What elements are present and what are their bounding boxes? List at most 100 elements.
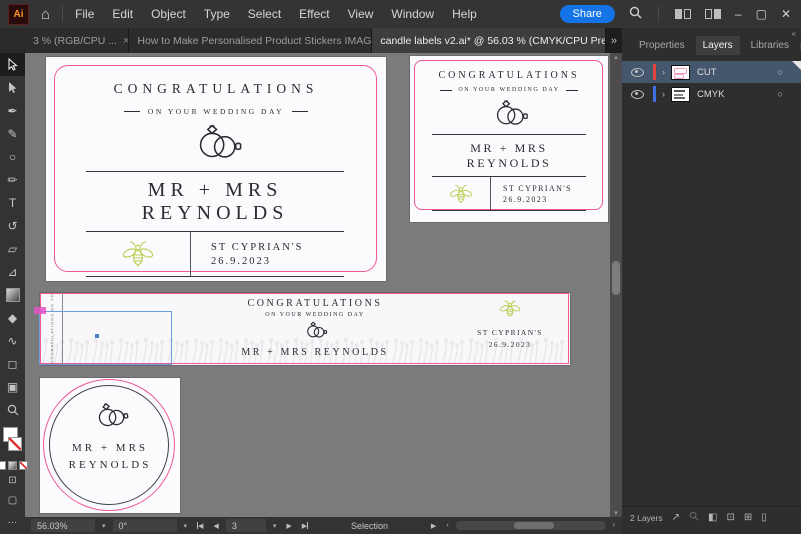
color-button[interactable]	[0, 461, 6, 470]
selection-indicator	[792, 61, 801, 70]
selection-bounding-box[interactable]	[39, 311, 172, 365]
expand-layer-icon[interactable]: ›	[662, 67, 665, 77]
last-artboard-button[interactable]: ▶	[299, 522, 311, 530]
delete-layer-icon[interactable]: ▯	[761, 512, 767, 523]
artboard-number-field[interactable]: 3	[226, 519, 266, 532]
paintbrush-tool[interactable]: ✏	[0, 168, 25, 191]
tab-libraries[interactable]: Libraries	[744, 36, 796, 55]
visibility-eye-icon[interactable]	[631, 68, 644, 77]
eyedropper-tool[interactable]: ◆	[0, 306, 25, 329]
layer-row-cmyk[interactable]: › CMYK ○	[622, 83, 801, 105]
ellipse-tool[interactable]: ○	[0, 145, 25, 168]
horizontal-scroll-thumb[interactable]	[514, 522, 554, 529]
layer-row-cut[interactable]: › CUT ○	[622, 61, 801, 83]
collapse-panel-icon[interactable]: «	[792, 29, 796, 38]
vertical-scroll-thumb[interactable]	[612, 261, 620, 295]
artboard-tool[interactable]: ▣	[0, 375, 25, 398]
scroll-up-icon[interactable]: ▴	[614, 53, 618, 61]
scale-tool[interactable]: ⊿	[0, 260, 25, 283]
toolbar-more-button[interactable]: …	[0, 510, 25, 530]
selection-tool[interactable]	[0, 53, 25, 76]
rotate-tool[interactable]: ↺	[0, 214, 25, 237]
menu-file[interactable]: File	[75, 7, 94, 21]
document-tab-1[interactable]: 3 % (RGB/CPU ... ×	[25, 28, 129, 53]
status-menu-icon[interactable]: ▶	[428, 522, 439, 530]
menu-edit[interactable]: Edit	[112, 7, 133, 21]
label-names-line2: REYNOLDS	[40, 459, 180, 471]
zoom-level-field[interactable]: 56.03%	[31, 519, 95, 532]
scroll-left-icon[interactable]: ‹	[443, 522, 451, 529]
workspace-switcher-icon[interactable]	[675, 9, 691, 19]
new-layer-icon[interactable]: ⊞	[744, 512, 752, 523]
document-tab-3-active[interactable]: candle labels v2.ai* @ 56.03 % (CMYK/CPU…	[372, 28, 606, 53]
layer-name[interactable]: CUT	[697, 67, 717, 78]
menu-help[interactable]: Help	[452, 7, 477, 21]
menu-select[interactable]: Select	[248, 7, 281, 21]
layer-color-bar	[653, 86, 656, 102]
type-tool[interactable]: T	[0, 191, 25, 214]
artboard-dropdown-icon[interactable]: ▾	[270, 522, 280, 530]
collect-for-export-icon[interactable]: ↗	[672, 512, 680, 523]
document-tab-2[interactable]: How to Make Personalised Product Sticker…	[129, 28, 372, 53]
artboard-small-label[interactable]: CONGRATULATIONS ON YOUR WEDDING DAY MR +…	[410, 56, 608, 222]
bee-icon	[448, 183, 474, 205]
scroll-down-icon[interactable]: ▾	[614, 509, 618, 517]
gradient-tool[interactable]	[0, 283, 25, 306]
screen-mode-button[interactable]: ▢	[0, 490, 25, 510]
menu-window[interactable]: Window	[391, 7, 434, 21]
curvature-tool[interactable]: ✎	[0, 122, 25, 145]
layer-thumbnail[interactable]	[671, 65, 690, 80]
maximize-button[interactable]: ▢	[756, 7, 767, 21]
direct-selection-tool[interactable]	[0, 76, 25, 99]
pen-tool[interactable]: ✒	[0, 99, 25, 122]
artboard-circle-label[interactable]: MR + MRS REYNOLDS	[40, 378, 180, 513]
app-logo-icon[interactable]: Ai	[8, 4, 29, 25]
none-button[interactable]	[19, 461, 28, 470]
menu-effect[interactable]: Effect	[299, 7, 329, 21]
label-subtitle: ON YOUR WEDDING DAY	[410, 87, 608, 93]
tab-overflow-chevron[interactable]: »	[606, 28, 622, 53]
shape-builder-tool[interactable]: ◻	[0, 352, 25, 375]
rotation-field[interactable]: 0°	[113, 519, 177, 532]
first-artboard-button[interactable]: ◀	[194, 522, 206, 530]
visibility-eye-icon[interactable]	[631, 90, 644, 99]
tab-properties[interactable]: Properties	[632, 36, 692, 55]
minimize-button[interactable]: –	[735, 7, 742, 21]
target-circle-icon[interactable]: ○	[778, 67, 783, 77]
menu-view[interactable]: View	[348, 7, 374, 21]
fill-stroke-swatches[interactable]	[0, 425, 25, 459]
zoom-dropdown-icon[interactable]: ▾	[99, 522, 109, 530]
bee-icon	[498, 299, 522, 319]
gradient-button[interactable]	[8, 461, 17, 470]
layer-thumbnail[interactable]	[671, 87, 690, 102]
horizontal-scrollbar[interactable]	[456, 521, 606, 530]
blend-tool[interactable]: ∿	[0, 329, 25, 352]
scroll-right-icon[interactable]: ›	[610, 522, 618, 529]
share-button[interactable]: Share	[560, 5, 615, 23]
eraser-tool[interactable]: ▱	[0, 237, 25, 260]
arrange-documents-icon[interactable]	[705, 9, 721, 19]
artboard-large-label[interactable]: CONGRATULATIONS ON YOUR WEDDING DAY MR +…	[46, 57, 386, 281]
new-sublayer-icon[interactable]: ⊡	[726, 512, 734, 523]
rotation-dropdown-icon[interactable]: ▾	[181, 522, 191, 530]
close-button[interactable]: ✕	[781, 7, 791, 21]
label-table: MR + MRS REYNOLDS ST CYPRIAN	[432, 134, 586, 211]
previous-artboard-button[interactable]: ◀	[210, 522, 221, 530]
vertical-scrollbar[interactable]: ▴ ▾	[610, 53, 622, 517]
menu-type[interactable]: Type	[204, 7, 230, 21]
draw-mode-button[interactable]: ⊡	[0, 470, 25, 490]
target-circle-icon[interactable]: ○	[778, 89, 783, 99]
illustrator-window: Ai ⌂ File Edit Object Type Select Effect…	[0, 0, 801, 534]
zoom-tool[interactable]	[0, 398, 25, 421]
tab-layers[interactable]: Layers	[696, 36, 740, 55]
canvas[interactable]: CONGRATULATIONS ON YOUR WEDDING DAY MR +…	[25, 53, 610, 517]
locate-object-icon[interactable]	[689, 511, 699, 524]
menu-object[interactable]: Object	[151, 7, 186, 21]
expand-layer-icon[interactable]: ›	[662, 89, 665, 99]
stroke-none-swatch[interactable]	[8, 437, 22, 451]
home-icon[interactable]: ⌂	[41, 6, 50, 23]
make-mask-icon[interactable]: ◧	[708, 512, 717, 523]
search-icon[interactable]	[629, 6, 642, 22]
layer-name[interactable]: CMYK	[697, 89, 724, 100]
next-artboard-button[interactable]: ▶	[283, 522, 294, 530]
